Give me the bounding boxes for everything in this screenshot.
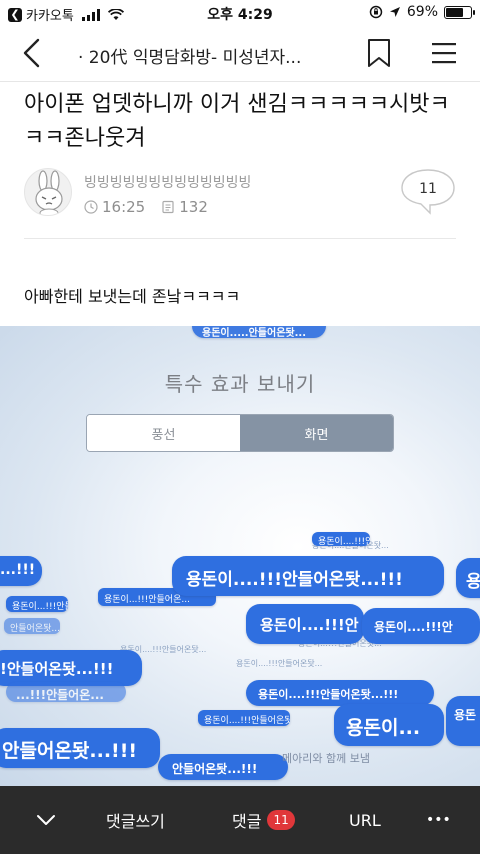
- message-bubble: 용돈이....!!!안들어온돳...!!!: [246, 680, 434, 706]
- effect-caption: 메아리와 함께 보냄: [282, 752, 370, 765]
- url-label: URL: [349, 810, 381, 830]
- post-meta: 16:25 132: [84, 198, 208, 216]
- comments-button[interactable]: 댓글 11: [232, 786, 295, 854]
- author-name[interactable]: 빙빙빙빙빙빙빙빙빙빙빙빙빙: [84, 172, 251, 192]
- comment-count: 11: [419, 181, 437, 197]
- message-bubble: 용돈이...!!!안들어온...: [6, 596, 68, 612]
- comments-label: 댓글: [232, 812, 262, 831]
- message-bubble: 용돈이....!!!안들어온돳...!!!: [198, 710, 290, 726]
- status-right: 69%: [369, 4, 475, 20]
- location-icon: [389, 7, 400, 17]
- write-comment-label: 댓글쓰기: [106, 812, 165, 831]
- message-bubble: 용돈이....!!!안: [246, 604, 364, 644]
- chevron-down-icon: [37, 815, 55, 825]
- author-row: 빙빙빙빙빙빙빙빙빙빙빙빙빙 16:25 132 11: [24, 168, 460, 224]
- segment-screen[interactable]: 화면: [240, 415, 393, 451]
- message-bubble: 안들어온돳...!!!: [0, 728, 160, 768]
- message-bubble: 용: [456, 558, 480, 598]
- message-bubble: 용돈이....!!!안들어온돳...!!!: [172, 556, 444, 596]
- write-comment-button[interactable]: 댓글쓰기: [106, 786, 165, 854]
- bookmark-icon[interactable]: [366, 38, 392, 68]
- status-bar: ❮ 카카오톡 오후 4:29 69%: [0, 0, 480, 26]
- message-bubble: 용돈이...: [334, 704, 444, 746]
- divider: [24, 238, 456, 239]
- more-button[interactable]: •••: [426, 786, 451, 854]
- message-bubble: 용돈이....!!!안: [362, 608, 480, 644]
- battery-icon: [444, 5, 475, 19]
- url-button[interactable]: URL: [349, 786, 381, 854]
- view-count: 132: [179, 198, 208, 216]
- battery-percent: 69%: [406, 4, 438, 20]
- avatar[interactable]: [24, 168, 72, 216]
- message-bubble: !안들어온돳...!!!: [0, 650, 142, 686]
- back-button[interactable]: [16, 36, 50, 70]
- clock-icon: [84, 200, 98, 214]
- message-bubble: 용돈이....!!!안들어온돳: [312, 532, 370, 546]
- post-time: 16:25: [102, 198, 146, 216]
- attached-screenshot-image[interactable]: 용돈이.....안들어온돳... 특수 효과 보내기 풍선 화면 용돈이....…: [0, 326, 480, 786]
- post-body-text: 아빠한테 보냇는데 존낰ㅋㅋㅋㅋ: [24, 287, 241, 306]
- effect-segmented-control: 풍선 화면: [86, 414, 394, 452]
- views-icon: [162, 200, 174, 214]
- message-bubble: ...!!!: [0, 556, 42, 586]
- board-title[interactable]: · 20代 익명담화방- 미성년자...: [78, 43, 348, 68]
- comment-count-button[interactable]: 11: [400, 168, 456, 216]
- bottom-toolbar: 댓글쓰기 댓글 11 URL •••: [0, 786, 480, 854]
- segment-balloon[interactable]: 풍선: [87, 415, 240, 451]
- faint-message-text: 용돈이....!!!안들어온돳...: [236, 659, 323, 668]
- orientation-lock-icon: [369, 5, 383, 19]
- message-bubble: 안들어온돳...!!!: [158, 754, 288, 780]
- message-bubble: 용돈: [446, 696, 480, 746]
- collapse-button[interactable]: [36, 786, 56, 854]
- effects-title: 특수 효과 보내기: [164, 372, 316, 396]
- message-bubble: ...!!!안들어온...: [6, 682, 126, 702]
- message-bubble: 안들어온돳...: [4, 618, 60, 634]
- navigation-bar: · 20代 익명담화방- 미성년자...: [0, 26, 480, 82]
- menu-icon[interactable]: [430, 41, 458, 65]
- bunny-avatar-icon: [35, 170, 63, 215]
- comment-count-badge: 11: [267, 810, 295, 830]
- message-bubble: 용돈이.....안들어온돳...: [192, 326, 326, 338]
- post-title: 아이폰 업뎃하니까 이거 샌김ㅋㅋㅋㅋㅋ시밧ㅋㅋㅋ존나웃겨: [24, 92, 450, 151]
- more-icon: •••: [426, 812, 451, 828]
